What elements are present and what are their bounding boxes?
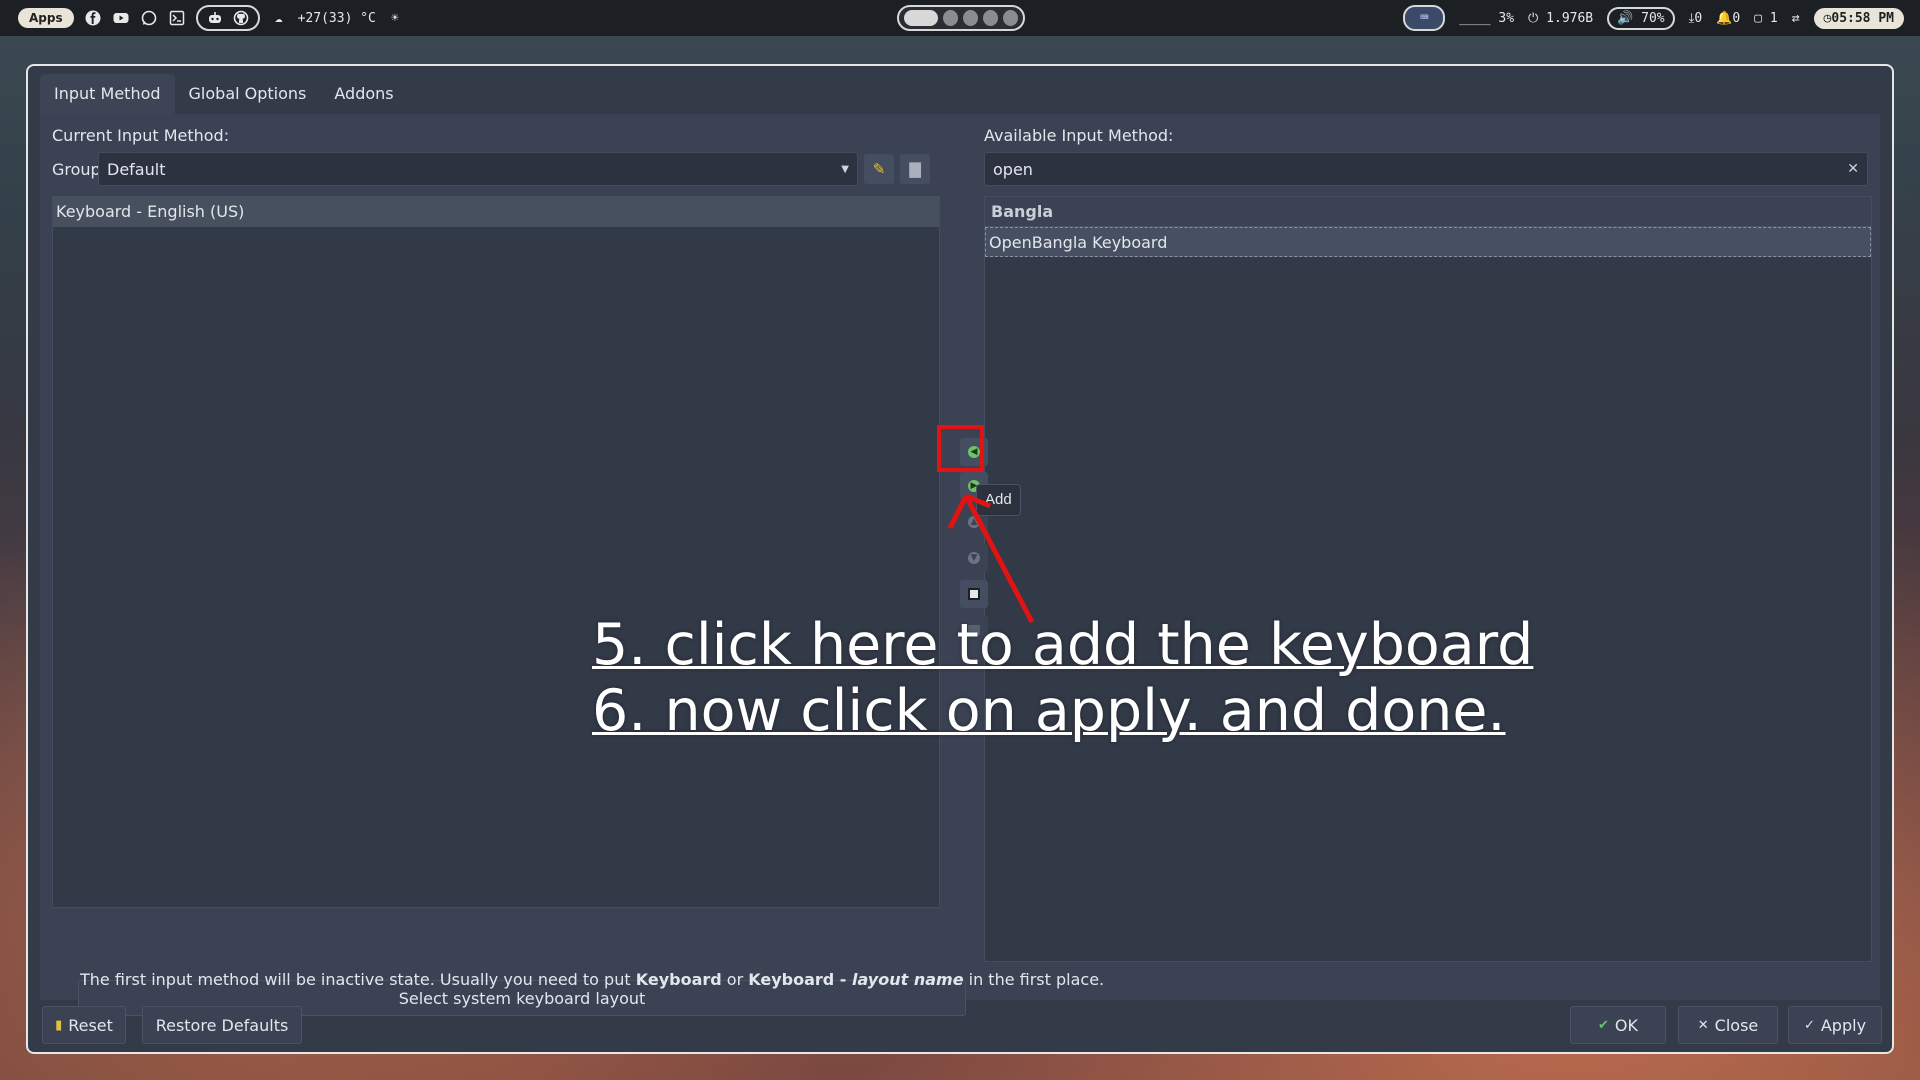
workspace-5[interactable]: [1002, 10, 1019, 26]
whatsapp-icon[interactable]: [140, 9, 158, 27]
hint-text-1: The first input method will be inactive …: [80, 970, 636, 989]
apply-button[interactable]: ✓ Apply: [1788, 1006, 1882, 1044]
tab-addons[interactable]: Addons: [320, 74, 407, 114]
restore-defaults-button[interactable]: Restore Defaults: [142, 1006, 302, 1044]
top-panel-right: ⌨ ____ 3% ⏻ 1.976B 🔊 70% ⤓0 🔔0 ▢ 1 ⇄ ◷05…: [1403, 0, 1904, 36]
arrow-down-icon: ▼: [968, 552, 980, 564]
tray-group: [195, 5, 260, 31]
clock-time: 05:58 PM: [1831, 10, 1894, 26]
delete-group-button[interactable]: ▇: [900, 154, 930, 184]
workspace-4[interactable]: [982, 10, 998, 26]
close-label: Close: [1714, 1015, 1759, 1035]
add-group-button[interactable]: ✎: [864, 154, 894, 184]
hint-keyboard-2: Keyboard -: [748, 970, 853, 989]
info-hint: The first input method will be inactive …: [80, 970, 1104, 989]
group-select[interactable]: Default ▼: [98, 152, 858, 186]
top-panel: Apps ☁ +27(33) °C ☀ ⌨ ____ 3% ⏻ 1.976B 🔊…: [0, 0, 1920, 36]
list-item[interactable]: OpenBangla Keyboard: [985, 227, 1871, 257]
memory-readout[interactable]: ⏻ 1.976B: [1528, 11, 1593, 26]
close-button[interactable]: ✕ Close: [1678, 1006, 1778, 1044]
category-header: Bangla: [985, 197, 1871, 227]
workspace-3[interactable]: [962, 10, 978, 26]
terminal-icon[interactable]: [168, 9, 186, 27]
tooltip: Add: [976, 484, 1021, 516]
hint-keyboard: Keyboard: [635, 970, 722, 989]
check-icon: ✔: [1598, 1017, 1609, 1033]
chevron-down-icon: ▼: [841, 163, 849, 175]
move-down-button[interactable]: ▼: [960, 544, 988, 572]
facebook-icon[interactable]: [84, 9, 102, 27]
downloads-indicator[interactable]: ⤓0: [1689, 11, 1703, 26]
tutorial-annotation: 5. click here to add the keyboard 6. now…: [592, 612, 1592, 744]
network-usage-value: 3%: [1498, 10, 1515, 26]
notifications-count: 0: [1732, 10, 1741, 26]
list-item[interactable]: Keyboard - English (US): [53, 197, 939, 227]
clear-icon[interactable]: ✕: [1847, 161, 1859, 177]
search-input-value: open: [993, 159, 1033, 179]
current-input-method-label: Current Input Method:: [52, 126, 230, 145]
group-select-value: Default: [107, 159, 166, 179]
settings-icon: [968, 588, 980, 600]
annotation-line-1: 5. click here to add the keyboard: [592, 612, 1534, 678]
hint-or: or: [721, 970, 749, 989]
available-input-method-list: Bangla OpenBangla Keyboard: [984, 196, 1872, 962]
ok-label: OK: [1614, 1015, 1638, 1035]
configure-button[interactable]: [960, 580, 988, 608]
current-input-method-list: Keyboard - English (US): [52, 196, 940, 908]
arrow-up-icon: ▲: [968, 516, 980, 528]
trash-icon: ▇: [909, 160, 921, 178]
workspace-1-active[interactable]: [904, 10, 938, 26]
search-input[interactable]: open ✕: [984, 152, 1868, 186]
notifications-indicator[interactable]: 🔔0: [1716, 11, 1740, 26]
apply-label: Apply: [1820, 1015, 1867, 1035]
hint-layout-name: layout name: [852, 970, 964, 989]
workspace-2[interactable]: [942, 10, 958, 26]
highlight-box: [937, 425, 984, 472]
tab-input-method[interactable]: Input Method: [40, 74, 175, 114]
volume-value: 70%: [1641, 10, 1665, 26]
restore-defaults-label: Restore Defaults: [155, 1015, 289, 1035]
bot-icon[interactable]: [206, 9, 224, 27]
windows-indicator[interactable]: ▢ 1: [1754, 11, 1777, 26]
network-icon[interactable]: ⇄: [1792, 11, 1800, 26]
tab-global-options[interactable]: Global Options: [175, 74, 321, 114]
top-panel-left: Apps ☁ +27(33) °C ☀: [18, 0, 404, 36]
apps-button[interactable]: Apps: [18, 8, 74, 28]
memory-value: 1.976B: [1546, 10, 1594, 26]
network-usage-readout[interactable]: ____ 3%: [1459, 11, 1514, 26]
reset-label: Reset: [68, 1015, 113, 1035]
github-icon[interactable]: [232, 9, 250, 27]
keyboard-layout-icon[interactable]: ⌨: [1403, 5, 1446, 31]
folder-add-icon: ✎: [872, 160, 886, 178]
weather-readout[interactable]: +27(33) °C: [298, 11, 376, 26]
fcitx-config-dialog: Input Method Global Options Addons Curre…: [26, 64, 1894, 1054]
check-icon: ✓: [1803, 1017, 1815, 1033]
close-icon: ✕: [1697, 1017, 1709, 1033]
workspace-switcher: [897, 5, 1025, 31]
clock[interactable]: ◷05:58 PM: [1813, 7, 1904, 29]
ok-button[interactable]: ✔ OK: [1570, 1006, 1666, 1044]
volume-control[interactable]: 🔊 70%: [1607, 6, 1675, 30]
tab-bar: Input Method Global Options Addons: [40, 74, 408, 114]
available-input-method-label: Available Input Method:: [984, 126, 1174, 145]
broom-icon: ▮: [55, 1017, 63, 1033]
bug-icon[interactable]: ☀: [386, 9, 404, 27]
reset-button[interactable]: ▮ Reset: [42, 1006, 126, 1044]
windows-count: 1: [1769, 10, 1778, 26]
annotation-line-2: 6. now click on apply. and done.: [592, 678, 1506, 744]
youtube-icon[interactable]: [112, 9, 130, 27]
downloads-count: 0: [1694, 10, 1703, 26]
hint-text-2: in the first place.: [963, 970, 1105, 989]
cloud-icon: ☁: [274, 10, 283, 26]
